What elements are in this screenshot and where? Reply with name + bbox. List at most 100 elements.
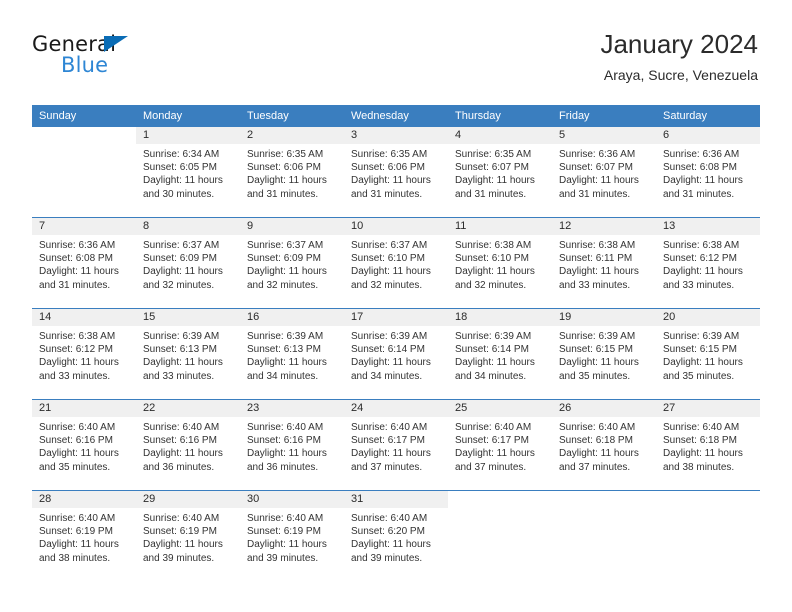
calendar-day[interactable]: 6 Sunrise: 6:36 AM Sunset: 6:08 PM Daylight…: [656, 127, 760, 217]
sunset-text: Sunset: 6:16 PM: [143, 435, 217, 447]
calendar-day[interactable]: 5 Sunrise: 6:36 AM Sunset: 6:07 PM Daylight…: [552, 127, 656, 217]
day-details: Sunrise: 6:38 AM Sunset: 6:12 PM Daylight:…: [32, 326, 136, 383]
calendar-day[interactable]: 10 Sunrise: 6:37 AM Sunset: 6:10 PM Dayligh…: [344, 218, 448, 308]
daylight-text-line1: Daylight: 11 hours: [351, 175, 431, 187]
calendar-day[interactable]: 8 Sunrise: 6:37 AM Sunset: 6:09 PM Daylight…: [136, 218, 240, 308]
calendar-day[interactable]: 12 Sunrise: 6:38 AM Sunset: 6:11 PM Dayligh…: [552, 218, 656, 308]
sunrise-text: Sunrise: 6:37 AM: [351, 240, 428, 251]
calendar-day[interactable]: 14 Sunrise: 6:38 AM Sunset: 6:12 PM Dayligh…: [32, 309, 136, 399]
sunrise-text: Sunrise: 6:38 AM: [455, 240, 532, 251]
daylight-text-line2: and 31 minutes.: [247, 188, 319, 200]
calendar-cell: 13 Sunrise: 6:38 AM Sunset: 6:12 PM Dayligh…: [656, 217, 760, 309]
sunrise-text: Sunrise: 6:39 AM: [663, 331, 740, 342]
sunset-text: Sunset: 6:06 PM: [247, 162, 321, 174]
sunset-text: Sunset: 6:07 PM: [559, 162, 633, 174]
calendar-cell: 10 Sunrise: 6:37 AM Sunset: 6:10 PM Dayligh…: [344, 217, 448, 309]
daylight-text-line1: Daylight: 11 hours: [247, 175, 327, 187]
calendar-day-empty: [448, 491, 552, 581]
day-number: 19: [552, 309, 656, 326]
general-blue-logo[interactable]: General Blue: [32, 32, 172, 86]
calendar-day[interactable]: 3 Sunrise: 6:35 AM Sunset: 6:06 PM Daylight…: [344, 127, 448, 217]
sunset-text: Sunset: 6:07 PM: [455, 162, 529, 174]
day-number: 17: [344, 309, 448, 326]
calendar-day[interactable]: 28 Sunrise: 6:40 AM Sunset: 6:19 PM Dayligh…: [32, 491, 136, 581]
day-number: 10: [344, 218, 448, 235]
calendar-day[interactable]: 9 Sunrise: 6:37 AM Sunset: 6:09 PM Daylight…: [240, 218, 344, 308]
calendar-day[interactable]: 24 Sunrise: 6:40 AM Sunset: 6:17 PM Dayligh…: [344, 400, 448, 490]
day-details: Sunrise: 6:40 AM Sunset: 6:20 PM Daylight:…: [344, 508, 448, 565]
sunset-text: Sunset: 6:10 PM: [455, 253, 529, 265]
calendar-day[interactable]: 7 Sunrise: 6:36 AM Sunset: 6:08 PM Daylight…: [32, 218, 136, 308]
day-number: 6: [656, 127, 760, 144]
calendar-cell: [552, 490, 656, 581]
daylight-text-line1: Daylight: 11 hours: [247, 357, 327, 369]
daylight-text-line1: Daylight: 11 hours: [143, 266, 223, 278]
calendar-cell: 26 Sunrise: 6:40 AM Sunset: 6:18 PM Dayligh…: [552, 399, 656, 491]
sunrise-text: Sunrise: 6:40 AM: [351, 422, 428, 433]
sunrise-text: Sunrise: 6:39 AM: [247, 331, 324, 342]
calendar-week-row: 7 Sunrise: 6:36 AM Sunset: 6:08 PM Daylight…: [32, 217, 760, 309]
day-number: [656, 491, 760, 508]
sunrise-text: Sunrise: 6:35 AM: [351, 149, 428, 160]
sunrise-text: Sunrise: 6:36 AM: [559, 149, 636, 160]
calendar-day[interactable]: 1 Sunrise: 6:34 AM Sunset: 6:05 PM Daylight…: [136, 127, 240, 217]
page-subtitle: Araya, Sucre, Venezuela: [603, 67, 758, 83]
sunrise-text: Sunrise: 6:34 AM: [143, 149, 220, 160]
calendar-day[interactable]: 16 Sunrise: 6:39 AM Sunset: 6:13 PM Dayligh…: [240, 309, 344, 399]
daylight-text-line1: Daylight: 11 hours: [455, 175, 535, 187]
daylight-text-line2: and 31 minutes.: [39, 279, 111, 291]
daylight-text-line2: and 38 minutes.: [663, 461, 735, 473]
calendar-cell: 16 Sunrise: 6:39 AM Sunset: 6:13 PM Dayligh…: [240, 308, 344, 400]
calendar-cell: 1 Sunrise: 6:34 AM Sunset: 6:05 PM Daylight…: [136, 127, 240, 218]
day-details: Sunrise: 6:40 AM Sunset: 6:16 PM Daylight:…: [136, 417, 240, 474]
calendar-day[interactable]: 26 Sunrise: 6:40 AM Sunset: 6:18 PM Dayligh…: [552, 400, 656, 490]
sunset-text: Sunset: 6:18 PM: [559, 435, 633, 447]
daylight-text-line1: Daylight: 11 hours: [663, 266, 743, 278]
day-number: [552, 491, 656, 508]
calendar-header-row: Sunday Monday Tuesday Wednesday Thursday Frid…: [32, 105, 760, 127]
calendar-day[interactable]: 18 Sunrise: 6:39 AM Sunset: 6:14 PM Dayligh…: [448, 309, 552, 399]
sunset-text: Sunset: 6:09 PM: [143, 253, 217, 265]
day-number: [448, 491, 552, 508]
calendar-day[interactable]: 30 Sunrise: 6:40 AM Sunset: 6:19 PM Dayligh…: [240, 491, 344, 581]
calendar-day[interactable]: 13 Sunrise: 6:38 AM Sunset: 6:12 PM Dayligh…: [656, 218, 760, 308]
calendar-day[interactable]: 15 Sunrise: 6:39 AM Sunset: 6:13 PM Dayligh…: [136, 309, 240, 399]
calendar-day[interactable]: 4 Sunrise: 6:35 AM Sunset: 6:07 PM Daylight…: [448, 127, 552, 217]
calendar-day[interactable]: 11 Sunrise: 6:38 AM Sunset: 6:10 PM Dayligh…: [448, 218, 552, 308]
calendar-day[interactable]: 20 Sunrise: 6:39 AM Sunset: 6:15 PM Dayligh…: [656, 309, 760, 399]
day-details: Sunrise: 6:37 AM Sunset: 6:10 PM Daylight:…: [344, 235, 448, 292]
calendar-day[interactable]: 19 Sunrise: 6:39 AM Sunset: 6:15 PM Dayligh…: [552, 309, 656, 399]
day-details: Sunrise: 6:35 AM Sunset: 6:06 PM Daylight:…: [240, 144, 344, 201]
calendar-day[interactable]: 27 Sunrise: 6:40 AM Sunset: 6:18 PM Dayligh…: [656, 400, 760, 490]
day-details: Sunrise: 6:38 AM Sunset: 6:10 PM Daylight:…: [448, 235, 552, 292]
daylight-text-line1: Daylight: 11 hours: [39, 266, 119, 278]
calendar-day[interactable]: 31 Sunrise: 6:40 AM Sunset: 6:20 PM Dayligh…: [344, 491, 448, 581]
calendar-day[interactable]: 22 Sunrise: 6:40 AM Sunset: 6:16 PM Dayligh…: [136, 400, 240, 490]
calendar-cell: 28 Sunrise: 6:40 AM Sunset: 6:19 PM Dayligh…: [32, 490, 136, 581]
calendar-week-row: 14 Sunrise: 6:38 AM Sunset: 6:12 PM Dayligh…: [32, 308, 760, 400]
daylight-text-line1: Daylight: 11 hours: [455, 357, 535, 369]
day-details: Sunrise: 6:37 AM Sunset: 6:09 PM Daylight:…: [136, 235, 240, 292]
daylight-text-line1: Daylight: 11 hours: [663, 357, 743, 369]
daylight-text-line2: and 33 minutes.: [39, 370, 111, 382]
day-number: 14: [32, 309, 136, 326]
day-details: Sunrise: 6:39 AM Sunset: 6:14 PM Daylight:…: [448, 326, 552, 383]
daylight-text-line1: Daylight: 11 hours: [143, 357, 223, 369]
calendar-day[interactable]: 21 Sunrise: 6:40 AM Sunset: 6:16 PM Dayligh…: [32, 400, 136, 490]
daylight-text-line2: and 31 minutes.: [559, 188, 631, 200]
calendar-day[interactable]: 23 Sunrise: 6:40 AM Sunset: 6:16 PM Dayligh…: [240, 400, 344, 490]
daylight-text-line2: and 37 minutes.: [351, 461, 423, 473]
calendar-cell: 4 Sunrise: 6:35 AM Sunset: 6:07 PM Daylight…: [448, 127, 552, 218]
calendar-day[interactable]: 17 Sunrise: 6:39 AM Sunset: 6:14 PM Dayligh…: [344, 309, 448, 399]
day-details: Sunrise: 6:40 AM Sunset: 6:19 PM Daylight:…: [240, 508, 344, 565]
sunset-text: Sunset: 6:10 PM: [351, 253, 425, 265]
calendar-day[interactable]: 2 Sunrise: 6:35 AM Sunset: 6:06 PM Daylight…: [240, 127, 344, 217]
calendar-day[interactable]: 29 Sunrise: 6:40 AM Sunset: 6:19 PM Dayligh…: [136, 491, 240, 581]
logo-text-blue: Blue: [61, 53, 109, 77]
calendar-day[interactable]: 25 Sunrise: 6:40 AM Sunset: 6:17 PM Dayligh…: [448, 400, 552, 490]
calendar-cell: [448, 490, 552, 581]
weekday-header-friday: Friday: [552, 105, 656, 127]
daylight-text-line1: Daylight: 11 hours: [143, 539, 223, 551]
day-number: 4: [448, 127, 552, 144]
day-number: [32, 127, 136, 144]
